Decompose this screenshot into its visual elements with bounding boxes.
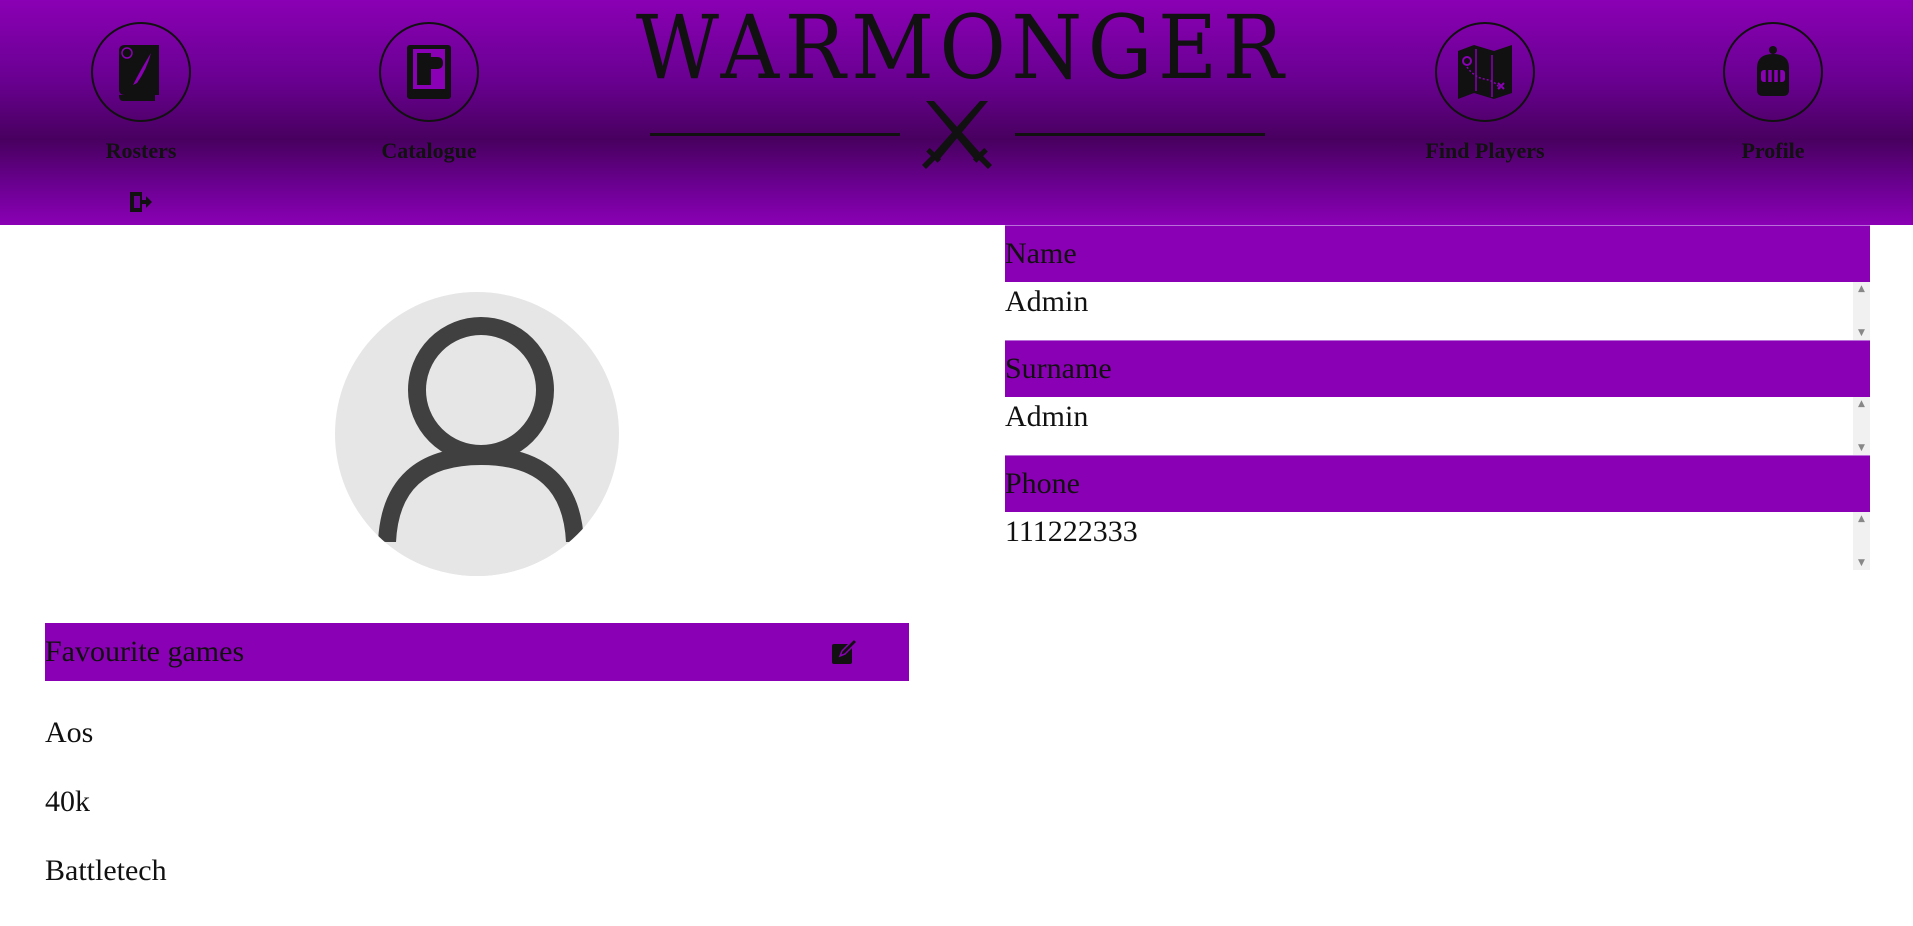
- phone-field-label: Phone: [1005, 455, 1870, 512]
- surname-field-value[interactable]: Admin: [1005, 400, 1088, 433]
- knight-helmet-icon: [1757, 46, 1789, 96]
- phone-field-value[interactable]: 111222333: [1005, 515, 1138, 548]
- scroll-up-arrow-icon[interactable]: ▲: [1853, 397, 1870, 411]
- name-field[interactable]: Admin ▲ ▼: [1005, 282, 1870, 340]
- nav-catalogue[interactable]: Catalogue: [344, 22, 514, 164]
- name-field-scrollbar[interactable]: ▲ ▼: [1853, 282, 1870, 340]
- favourite-games-list: Aos 40k Battletech: [45, 713, 167, 920]
- logo-title: WARMONGER: [635, 0, 1290, 99]
- surname-field[interactable]: Admin ▲ ▼: [1005, 397, 1870, 455]
- list-item: 40k: [45, 785, 90, 818]
- name-field-value[interactable]: Admin: [1005, 285, 1088, 318]
- crossed-swords-icon: [922, 101, 992, 169]
- catalogue-icon-circle[interactable]: [379, 22, 479, 122]
- surname-field-scrollbar[interactable]: ▲ ▼: [1853, 397, 1870, 455]
- nav-label-catalogue[interactable]: Catalogue: [344, 138, 514, 164]
- edit-icon: [832, 637, 859, 664]
- site-header: Rosters Catalogue WARMONGER Find Players…: [0, 0, 1913, 225]
- phone-field[interactable]: 111222333 ▲ ▼: [1005, 512, 1870, 570]
- edit-favourite-games-button[interactable]: [830, 637, 859, 666]
- favourite-games-header: Favourite games: [45, 623, 909, 681]
- nav-rosters[interactable]: Rosters: [56, 22, 226, 164]
- nav-find-players[interactable]: Find Players: [1400, 22, 1570, 164]
- rosters-icon-circle[interactable]: [91, 22, 191, 122]
- scroll-up-arrow-icon[interactable]: ▲: [1853, 282, 1870, 296]
- nav-label-rosters[interactable]: Rosters: [56, 138, 226, 164]
- logout-icon: [130, 192, 152, 212]
- logo-divider-right: [1015, 133, 1265, 136]
- scroll-down-arrow-icon[interactable]: ▼: [1853, 441, 1870, 455]
- nav-label-profile[interactable]: Profile: [1688, 138, 1858, 164]
- list-item: Battletech: [45, 854, 167, 887]
- nav-profile[interactable]: Profile: [1688, 22, 1858, 164]
- user-silhouette-icon: [335, 317, 619, 576]
- surname-field-label: Surname: [1005, 340, 1870, 397]
- book-icon: [407, 45, 451, 99]
- logo-divider-left: [650, 133, 900, 136]
- nav-label-find-players[interactable]: Find Players: [1400, 138, 1570, 164]
- favourite-games-label: Favourite games: [45, 635, 245, 668]
- scroll-down-arrow-icon[interactable]: ▼: [1853, 326, 1870, 340]
- name-field-label: Name: [1005, 225, 1870, 282]
- phone-field-scrollbar[interactable]: ▲ ▼: [1853, 512, 1870, 570]
- list-item: Aos: [45, 716, 94, 749]
- find-players-icon-circle[interactable]: [1435, 22, 1535, 122]
- scroll-down-arrow-icon[interactable]: ▼: [1853, 556, 1870, 570]
- profile-icon-circle[interactable]: [1723, 22, 1823, 122]
- scroll-quill-icon: [119, 45, 159, 101]
- scroll-up-arrow-icon[interactable]: ▲: [1853, 512, 1870, 526]
- avatar[interactable]: [335, 292, 619, 576]
- logout-button[interactable]: [127, 188, 155, 216]
- map-icon: [1458, 45, 1512, 99]
